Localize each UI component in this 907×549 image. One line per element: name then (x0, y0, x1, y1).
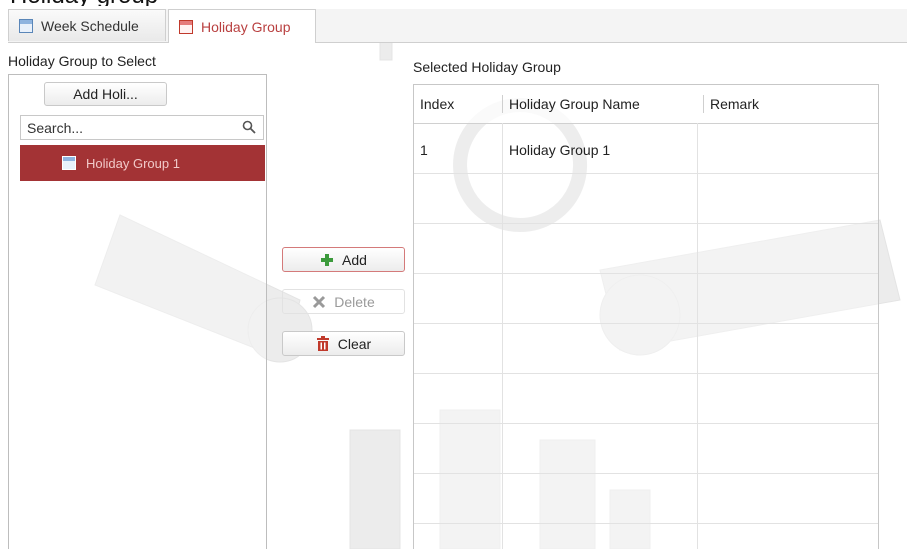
table-row-empty (414, 223, 878, 274)
delete-button[interactable]: Delete (282, 289, 405, 314)
table-row-empty (414, 423, 878, 474)
tab-holiday-group[interactable]: Holiday Group (168, 9, 316, 43)
trash-icon (316, 336, 329, 351)
selected-holiday-table: Index Holiday Group Name Remark 1 Holida… (413, 84, 879, 549)
add-holiday-label: Add Holi... (73, 86, 138, 102)
plus-icon (321, 253, 334, 266)
table-row[interactable]: 1 Holiday Group 1 (414, 123, 878, 174)
list-item-label: Holiday Group 1 (86, 155, 180, 171)
delete-x-icon (313, 295, 326, 308)
calendar-icon (19, 18, 33, 33)
column-separator[interactable] (502, 95, 503, 113)
cell-holiday-group-name: Holiday Group 1 (509, 142, 611, 158)
search-placeholder: Search... (27, 119, 84, 136)
column-header-index[interactable]: Index (420, 96, 454, 112)
left-panel-title: Holiday Group to Select (8, 53, 156, 69)
column-separator[interactable] (703, 95, 704, 113)
clear-button[interactable]: Clear (282, 331, 405, 356)
add-button[interactable]: Add (282, 247, 405, 272)
cropped-heading: Holiday group (0, 0, 907, 6)
add-holiday-button[interactable]: Add Holi... (44, 82, 167, 106)
table-row-empty (414, 373, 878, 424)
tab-bar: Week Schedule Holiday Group (8, 9, 907, 43)
tab-label: Week Schedule (41, 17, 139, 34)
search-input[interactable]: Search... (20, 115, 264, 140)
column-header-remark[interactable]: Remark (710, 96, 759, 112)
table-row-empty (414, 173, 878, 224)
calendar-icon (62, 156, 76, 170)
delete-label: Delete (334, 293, 375, 310)
table-header: Index Holiday Group Name Remark (414, 85, 878, 124)
search-icon[interactable] (241, 119, 257, 135)
table-row-empty (414, 473, 878, 524)
tab-week-schedule[interactable]: Week Schedule (8, 9, 166, 41)
tab-label: Holiday Group (201, 18, 291, 35)
list-item-holiday-group-1[interactable]: Holiday Group 1 (20, 145, 265, 181)
cell-index: 1 (420, 142, 428, 158)
table-row-empty (414, 323, 878, 374)
right-panel-title: Selected Holiday Group (413, 59, 561, 75)
column-header-name[interactable]: Holiday Group Name (509, 96, 640, 112)
holiday-icon (179, 19, 193, 34)
table-row-empty (414, 273, 878, 324)
clear-label: Clear (337, 335, 372, 352)
add-label: Add (342, 251, 367, 268)
